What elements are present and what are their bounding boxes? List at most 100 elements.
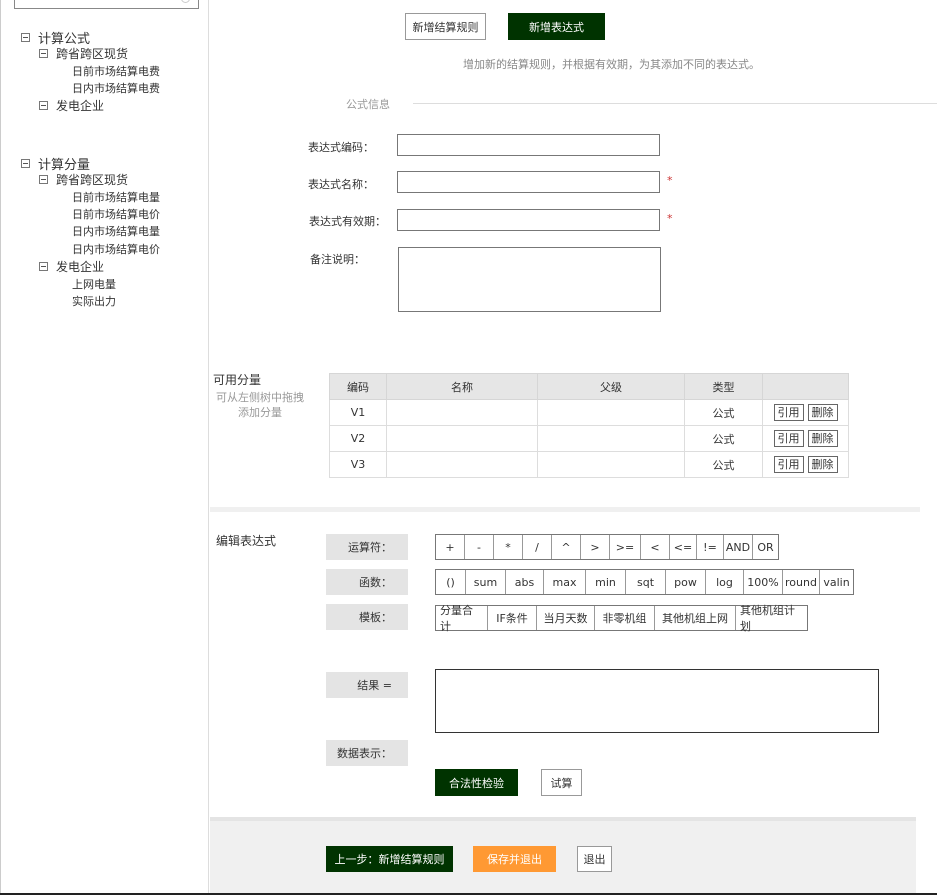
- tree-node-label: 发电企业: [56, 260, 105, 274]
- operators-keypad: + - * / ^ > >= < <= != AND OR: [435, 534, 779, 560]
- template-key[interactable]: 其他机组计划: [736, 604, 807, 633]
- tree-node[interactable]: 跨省跨区现货: [39, 171, 128, 188]
- operator-key[interactable]: OR: [753, 535, 778, 559]
- section-divider: [210, 507, 920, 512]
- functions-keypad: () sum abs max min sqt pow log 100% round valin: [435, 569, 854, 595]
- operator-key[interactable]: *: [494, 535, 523, 559]
- function-key[interactable]: log: [706, 570, 744, 594]
- operator-key[interactable]: /: [523, 535, 552, 559]
- delete-button[interactable]: 删除: [807, 404, 838, 421]
- cell-actions: 引用 删除: [762, 399, 849, 426]
- function-key[interactable]: sum: [466, 570, 506, 594]
- tree-node-label: 日内市场结算电费: [72, 82, 160, 95]
- collapse-icon[interactable]: [39, 101, 48, 110]
- reference-button[interactable]: 引用: [773, 456, 804, 473]
- tree-leaf[interactable]: 日内市场结算电量: [72, 223, 160, 239]
- step-hint: 增加新的结算规则，并根据有效期，为其添加不同的表达式。: [463, 58, 760, 71]
- operator-key[interactable]: !=: [697, 535, 724, 559]
- collapse-icon[interactable]: [39, 49, 48, 58]
- tree-node-label: 跨省跨区现货: [56, 173, 129, 187]
- cell-code: V3: [329, 451, 387, 478]
- tree-node-label: 实际出力: [72, 295, 116, 308]
- available-variables-hint: 可从左侧树中拖拽添加分量: [216, 391, 304, 419]
- collapse-icon[interactable]: [21, 159, 30, 168]
- tree-node[interactable]: 发电企业: [39, 97, 104, 114]
- function-key[interactable]: pow: [666, 570, 706, 594]
- result-expression-input[interactable]: [435, 669, 879, 733]
- operator-key[interactable]: -: [465, 535, 494, 559]
- step-new-rule-button[interactable]: 新增结算规则: [405, 13, 486, 40]
- remark-textarea[interactable]: [398, 247, 661, 312]
- operator-key[interactable]: AND: [724, 535, 753, 559]
- tree-node[interactable]: 发电企业: [39, 258, 104, 275]
- operator-key[interactable]: >: [581, 535, 610, 559]
- variables-table: 编码 名称 父级 类型 V1 公式 引用 删除 V2 公式 引用 删除 V3 公…: [329, 373, 849, 478]
- template-key[interactable]: 分量合计: [436, 604, 488, 633]
- template-key[interactable]: 非零机组: [595, 606, 655, 630]
- function-key[interactable]: (): [436, 570, 466, 594]
- operator-key[interactable]: <: [641, 535, 670, 559]
- expression-code-input[interactable]: [397, 134, 660, 156]
- data-representation-label: 数据表示：: [326, 740, 408, 766]
- operators-label: 运算符：: [326, 534, 408, 560]
- function-key[interactable]: max: [544, 570, 586, 594]
- tree-leaf[interactable]: 日前市场结算电费: [72, 63, 160, 79]
- expression-period-input[interactable]: [397, 209, 660, 231]
- trial-calc-button[interactable]: 试算: [541, 769, 582, 796]
- expression-name-input[interactable]: [397, 171, 660, 193]
- operator-key[interactable]: +: [436, 535, 465, 559]
- function-key[interactable]: 100%: [744, 570, 783, 594]
- function-key[interactable]: valin: [820, 570, 853, 594]
- reference-button[interactable]: 引用: [773, 430, 804, 447]
- tree-leaf[interactable]: 上网电量: [72, 276, 116, 292]
- functions-label: 函数：: [326, 569, 408, 595]
- collapse-icon[interactable]: [21, 33, 30, 42]
- reference-button[interactable]: 引用: [773, 404, 804, 421]
- collapse-icon[interactable]: [39, 262, 48, 271]
- step-new-expression-button[interactable]: 新增表达式: [508, 13, 605, 40]
- delete-button[interactable]: 删除: [807, 430, 838, 447]
- tree-node-label: 日内市场结算电价: [72, 243, 160, 256]
- tree-node-label: 上网电量: [72, 278, 116, 291]
- sidebar: 计算公式 跨省跨区现货 日前市场结算电费 日内市场结算电费 发电企业 计算分量 …: [0, 0, 209, 893]
- operator-key[interactable]: <=: [670, 535, 697, 559]
- exit-button[interactable]: 退出: [577, 846, 612, 872]
- template-key[interactable]: 当月天数: [537, 606, 595, 630]
- cell-actions: 引用 删除: [762, 451, 849, 478]
- column-header: 父级: [537, 373, 685, 400]
- result-label: 结果 =: [326, 672, 408, 698]
- expression-period-label: 表达式有效期：: [309, 215, 386, 228]
- previous-step-button[interactable]: 上一步：新增结算规则: [326, 846, 453, 872]
- tree-node[interactable]: 跨省跨区现货: [39, 45, 128, 62]
- cell-parent: [537, 451, 685, 478]
- function-key[interactable]: round: [783, 570, 820, 594]
- validate-button[interactable]: 合法性检验: [435, 769, 518, 796]
- search-icon[interactable]: [181, 0, 190, 3]
- column-header: [762, 373, 849, 400]
- template-key[interactable]: 其他机组上网: [655, 606, 736, 630]
- function-key[interactable]: sqt: [626, 570, 666, 594]
- section-divider: [413, 103, 937, 104]
- tree-leaf[interactable]: 日内市场结算电费: [72, 80, 160, 96]
- cell-name: [386, 425, 538, 452]
- available-variables-title: 可用分量: [213, 373, 262, 387]
- function-key[interactable]: min: [586, 570, 626, 594]
- tree-node-label: 日前市场结算电费: [72, 65, 160, 78]
- main-content: 新增结算规则 新增表达式 增加新的结算规则，并根据有效期，为其添加不同的表达式。…: [210, 0, 937, 895]
- function-key[interactable]: abs: [506, 570, 544, 594]
- delete-button[interactable]: 删除: [807, 456, 838, 473]
- operator-key[interactable]: >=: [610, 535, 641, 559]
- tree-leaf[interactable]: 日前市场结算电价: [72, 206, 160, 222]
- footer-bar: 上一步：新增结算规则 保存并退出 退出: [210, 817, 916, 893]
- tree-leaf[interactable]: 日前市场结算电量: [72, 189, 160, 205]
- required-mark: *: [667, 174, 673, 187]
- save-and-exit-button[interactable]: 保存并退出: [473, 846, 556, 872]
- template-key[interactable]: IF条件: [488, 606, 537, 630]
- operator-key[interactable]: ^: [552, 535, 581, 559]
- table-row: V3 公式 引用 删除: [329, 451, 849, 478]
- tree-leaf[interactable]: 日内市场结算电价: [72, 241, 160, 257]
- tree-leaf[interactable]: 实际出力: [72, 293, 116, 309]
- tree-search-input[interactable]: [14, 0, 199, 9]
- cell-parent: [537, 399, 685, 426]
- collapse-icon[interactable]: [39, 175, 48, 184]
